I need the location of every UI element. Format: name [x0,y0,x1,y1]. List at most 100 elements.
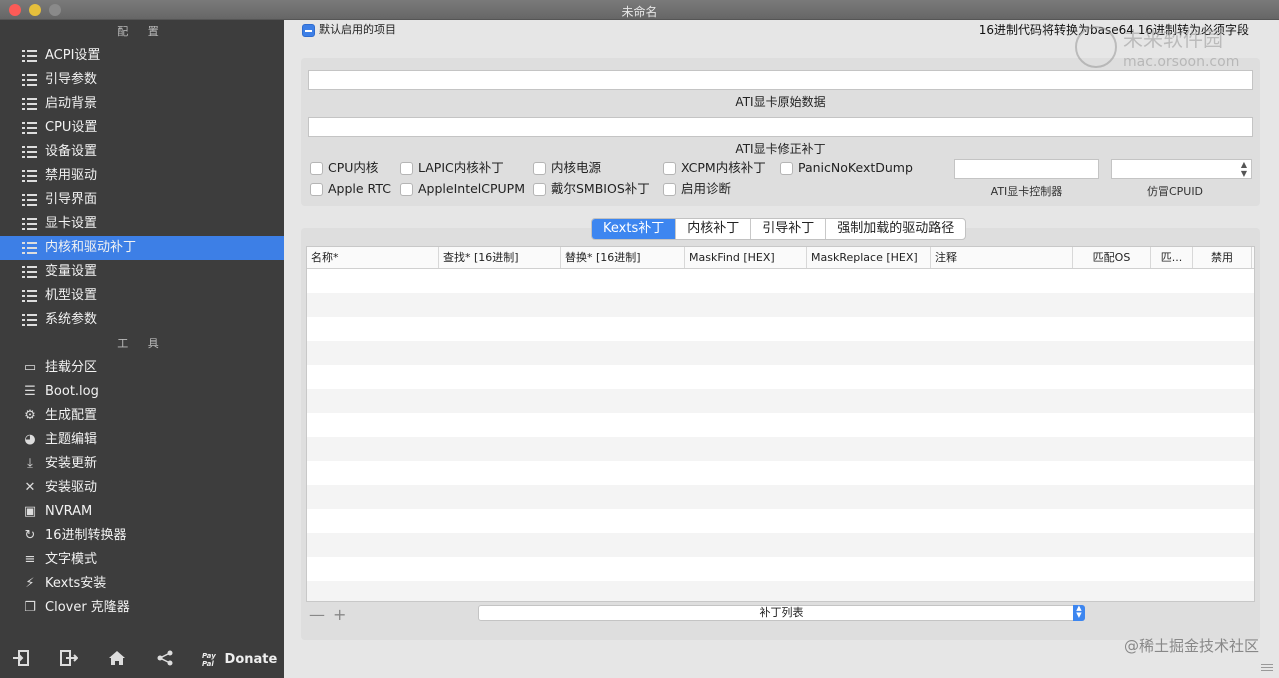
sidebar-item-tool[interactable]: ▣ NVRAM [0,500,284,524]
resize-grip-icon[interactable] [1261,664,1273,672]
table-row[interactable] [307,581,1254,601]
patch-table[interactable]: 名称* 查找* [16进制] 替换* [16进制] MaskFind [HEX] Mas… [306,246,1255,602]
list-icon [22,242,37,254]
table-row[interactable] [307,389,1254,413]
checkbox-mixed-icon [302,23,315,37]
table-row[interactable] [307,341,1254,365]
main-panel: 默认启用的项目 16进制代码将转换为base64 16进制转为必须字段 ATI显… [284,20,1279,678]
sidebar-item-tool[interactable]: ☰ Boot.log [0,380,284,404]
table-row[interactable] [307,509,1254,533]
column-header[interactable]: 名称* [307,247,439,268]
sidebar-item-config[interactable]: ACPI设置 [0,44,284,68]
table-row[interactable] [307,269,1254,293]
sidebar-item-config[interactable]: 设备设置 [0,140,284,164]
chip-icon: ▣ [23,504,37,519]
sidebar-item-tool[interactable]: ⚡ Kexts安装 [0,572,284,596]
sidebar-item-tool[interactable]: ↻ 16进制转换器 [0,524,284,548]
list-icon [22,146,37,158]
sidebar-item-config[interactable]: 启动背景 [0,92,284,116]
share-icon[interactable] [154,650,176,670]
column-header[interactable]: 匹配OS [1073,247,1151,268]
sidebar-item-tool[interactable]: ❐ Clover 克隆器 [0,596,284,620]
table-row[interactable] [307,413,1254,437]
sidebar-item-label: 启动背景 [45,96,98,111]
table-row[interactable] [307,461,1254,485]
remove-row-button[interactable]: — [309,605,325,624]
option-kernel-power[interactable]: 内核电源 [533,160,601,176]
sidebar-item-tool[interactable]: ◕ 主题编辑 [0,428,284,452]
option-xcpm-patch[interactable]: XCPM内核补丁 [663,160,766,176]
sidebar-item-label: 引导界面 [45,192,98,207]
sidebar-item-tool[interactable]: ≡ 文字模式 [0,548,284,572]
option-apple-intel-cpupm[interactable]: AppleIntelCPUPM [400,181,525,197]
sidebar-item-tool[interactable]: ✕ 安装驱动 [0,476,284,500]
option-enable-diagnostics[interactable]: 启用诊断 [663,181,731,197]
table-row[interactable] [307,317,1254,341]
list-icon [22,50,37,62]
column-header[interactable]: MaskReplace [HEX] [807,247,931,268]
sidebar-item-label: 变量设置 [45,264,98,279]
tab-force-kexts[interactable]: 强制加载的驱动路径 [826,219,965,239]
option-cpu-core[interactable]: CPU内核 [310,160,378,176]
sidebar-item-label: 设备设置 [45,144,98,159]
option-dell-smbios-patch[interactable]: 戴尔SMBIOS补丁 [533,181,650,197]
sidebar: 配 置 ACPI设置 引导参数 启动背景 CPU设置 设备设置 禁用驱动 引导界面 显卡设置内… [0,20,284,678]
option-apple-rtc[interactable]: Apple RTC [310,181,391,197]
option-lapic-patch[interactable]: LAPIC内核补丁 [400,160,504,176]
sidebar-item-config[interactable]: 禁用驱动 [0,164,284,188]
download-icon: ⤓ [27,456,33,471]
log-icon: ☰ [24,384,36,399]
sidebar-item-config[interactable]: 机型设置 [0,284,284,308]
table-row[interactable] [307,437,1254,461]
column-header[interactable]: MaskFind [HEX] [685,247,807,268]
add-remove-controls: — + [309,605,354,624]
tab-boot-patch[interactable]: 引导补丁 [751,219,827,239]
table-row[interactable] [307,557,1254,581]
tab-kexts-patch[interactable]: Kexts补丁 [592,219,677,239]
column-header[interactable]: 替换* [16进制] [561,247,685,268]
ati-patch-field[interactable] [308,117,1253,137]
table-row[interactable] [307,365,1254,389]
sidebar-item-config[interactable]: 引导参数 [0,68,284,92]
column-header[interactable]: 禁用 [1193,247,1252,268]
drive-icon: ▭ [23,360,37,375]
list-icon [22,290,37,302]
ati-controller-field[interactable] [954,159,1099,179]
sidebar-item-config[interactable]: 内核和驱动补丁 [0,236,284,260]
sidebar-item-tool[interactable]: ▭ 挂载分区 [0,356,284,380]
ati-raw-data-field[interactable] [308,70,1253,90]
table-row[interactable] [307,485,1254,509]
home-icon[interactable] [106,650,128,670]
sidebar-item-config[interactable]: CPU设置 [0,116,284,140]
column-header[interactable]: 查找* [16进制] [439,247,561,268]
sidebar-item-tool[interactable]: ⚙ 生成配置 [0,404,284,428]
svg-text:未来软件园: 未来软件园 [1123,27,1223,51]
column-header[interactable]: 匹... [1151,247,1193,268]
add-row-button[interactable]: + [333,605,346,624]
import-icon[interactable] [10,650,32,670]
export-icon[interactable] [58,650,80,670]
patch-list-select[interactable]: 补丁列表 ▲ ▼ [478,605,1085,621]
sidebar-item-label: 文字模式 [45,552,98,567]
donate-button[interactable]: Pay Pal Donate [202,648,282,672]
default-enabled-checkbox[interactable]: 默认启用的项目 [302,22,396,38]
sidebar-item-label: 生成配置 [45,408,98,423]
sidebar-item-config[interactable]: 引导界面 [0,188,284,212]
sidebar-item-label: CPU设置 [45,120,98,135]
tab-kernel-patch[interactable]: 内核补丁 [676,219,752,239]
sidebar-item-config[interactable]: 变量设置 [0,260,284,284]
fake-cpuid-field[interactable]: ▲ ▼ [1111,159,1252,179]
sidebar-item-label: Boot.log [45,384,99,399]
table-row[interactable] [307,533,1254,557]
sidebar-item-tool[interactable]: ⤓ 安装更新 [0,452,284,476]
column-header[interactable]: 注释 [931,247,1073,268]
palette-icon: ◕ [24,432,36,447]
stepper-icon[interactable]: ▲ ▼ [1237,160,1251,180]
sidebar-item-label: 16进制转换器 [45,528,127,543]
patch-list-value: 补丁列表 [759,606,804,619]
sidebar-item-config[interactable]: 系统参数 [0,308,284,332]
option-panic-no-kext-dump[interactable]: PanicNoKextDump [780,160,913,176]
table-row[interactable] [307,293,1254,317]
sidebar-item-config[interactable]: 显卡设置 [0,212,284,236]
list-icon [22,194,37,206]
